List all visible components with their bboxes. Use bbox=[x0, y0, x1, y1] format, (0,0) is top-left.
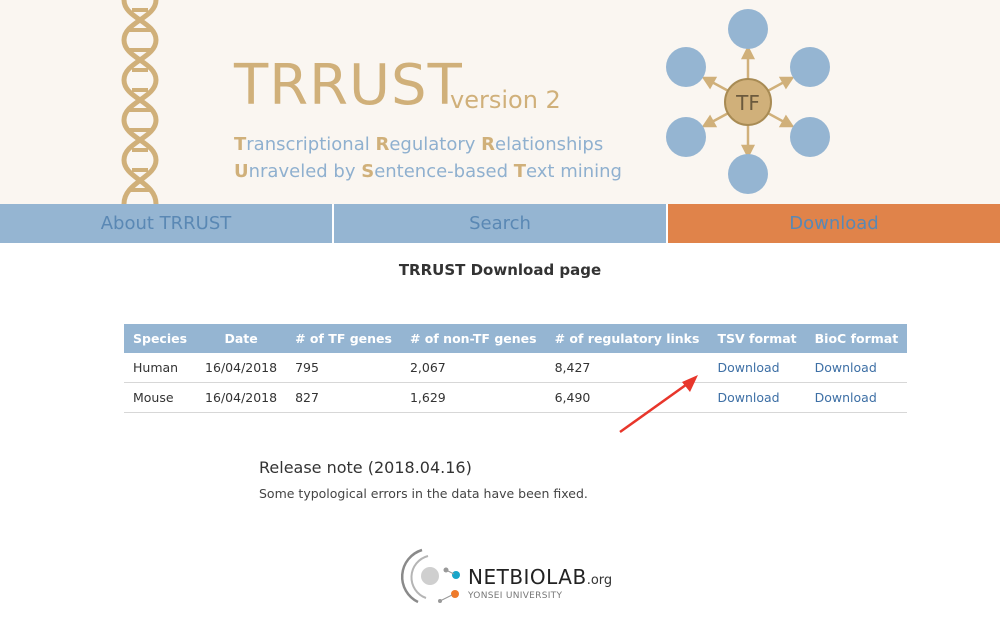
cell-non-tf-genes: 2,067 bbox=[400, 353, 546, 383]
tagline-line-1: Transcriptional Regulatory Relationships bbox=[234, 134, 604, 155]
node-bottom-right bbox=[790, 117, 830, 157]
cell-species: Human bbox=[124, 353, 197, 383]
cell-tf-genes: 827 bbox=[286, 382, 401, 413]
col-header-bioc-format: BioC format bbox=[805, 324, 908, 353]
nav-tab-download[interactable]: Download bbox=[666, 204, 1000, 243]
node-top-right bbox=[790, 47, 830, 87]
tagline-line-2: Unraveled by Sentence-based Text mining bbox=[234, 161, 622, 182]
table-header-row: Species Date # of TF genes # of non-TF g… bbox=[124, 324, 908, 353]
tf-node-label: TF bbox=[735, 91, 760, 115]
tf-network-icon: TF bbox=[666, 9, 830, 194]
node-bottom bbox=[728, 154, 768, 194]
download-table: Species Date # of TF genes # of non-TF g… bbox=[124, 324, 908, 413]
col-header-non-tf-genes: # of non-TF genes bbox=[400, 324, 546, 353]
cell-date: 16/04/2018 bbox=[196, 382, 287, 413]
nav-tab-about[interactable]: About TRRUST bbox=[0, 204, 332, 243]
site-header: TRRUST version 2 Transcriptional Regulat… bbox=[0, 0, 1000, 204]
cell-species: Mouse bbox=[124, 382, 197, 413]
nav-tab-search[interactable]: Search bbox=[332, 204, 666, 243]
cell-tsv: Download bbox=[708, 353, 806, 383]
col-header-species: Species bbox=[124, 324, 197, 353]
release-note-text: Some typological errors in the data have… bbox=[259, 486, 588, 501]
col-header-tsv-format: TSV format bbox=[708, 324, 806, 353]
cell-bioc: Download bbox=[805, 382, 908, 413]
col-header-date: Date bbox=[196, 324, 287, 353]
footer-university: YONSEI UNIVERSITY bbox=[468, 591, 563, 601]
col-header-regulatory-links: # of regulatory links bbox=[545, 324, 709, 353]
col-header-tf-genes: # of TF genes bbox=[286, 324, 401, 353]
cell-tsv: Download bbox=[708, 382, 806, 413]
footer-brand: NETBIOLAB.org bbox=[468, 565, 613, 589]
page-title: TRRUST Download page bbox=[398, 261, 602, 279]
dna-helix-logo bbox=[121, 0, 159, 204]
site-title: TRRUST bbox=[234, 53, 463, 118]
table-row: Human 16/04/2018 795 2,067 8,427 Downloa… bbox=[124, 353, 908, 383]
cell-tf-genes: 795 bbox=[286, 353, 401, 383]
site-version: version 2 bbox=[450, 86, 561, 114]
main-nav: About TRRUST Search Download bbox=[0, 204, 1000, 243]
cell-non-tf-genes: 1,629 bbox=[400, 382, 546, 413]
table-row: Mouse 16/04/2018 827 1,629 6,490 Downloa… bbox=[124, 382, 908, 413]
node-top-left bbox=[666, 47, 706, 87]
node-bottom-left bbox=[666, 117, 706, 157]
cell-date: 16/04/2018 bbox=[196, 353, 287, 383]
node-top bbox=[728, 9, 768, 49]
bioc-download-link[interactable]: Download bbox=[815, 360, 877, 375]
bioc-download-link[interactable]: Download bbox=[815, 390, 877, 405]
release-note-title: Release note (2018.04.16) bbox=[259, 458, 472, 477]
tsv-download-link[interactable]: Download bbox=[717, 360, 779, 375]
cell-bioc: Download bbox=[805, 353, 908, 383]
tsv-download-link[interactable]: Download bbox=[717, 390, 779, 405]
red-arrow-annotation bbox=[619, 375, 698, 434]
